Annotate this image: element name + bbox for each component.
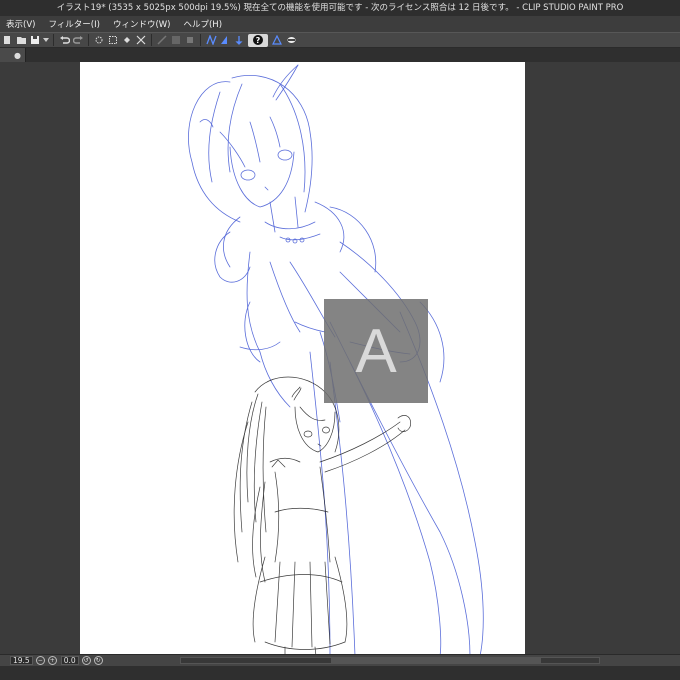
open-file-icon[interactable]: [14, 34, 28, 47]
tab-close-icon[interactable]: ●: [14, 51, 21, 60]
toolbar-divider: [88, 34, 89, 46]
rotation-field[interactable]: 0.0: [60, 656, 79, 665]
sketch-artwork: [188, 64, 484, 656]
rotation-value: 0.0: [63, 656, 76, 665]
drawing-canvas[interactable]: [80, 62, 525, 656]
toolbar-divider: [151, 34, 152, 46]
menubar: 表示(V) フィルター(I) ウィンドウ(W) ヘルプ(H): [0, 16, 680, 32]
window-title: イラスト19* (3535 x 5025px 500dpi 19.5%) 現在全…: [0, 0, 680, 16]
snap-special-icon[interactable]: [183, 34, 197, 47]
zoom-field[interactable]: 19.5: [10, 656, 33, 665]
undo-icon[interactable]: [57, 34, 71, 47]
brush-tool-icon[interactable]: [232, 34, 246, 47]
overlay-letter: A: [355, 316, 397, 386]
fill-icon[interactable]: [120, 34, 134, 47]
horizontal-scrollbar[interactable]: [180, 657, 600, 664]
transform-icon[interactable]: [92, 34, 106, 47]
help-icon: ?: [253, 35, 263, 45]
bottom-panel-strip: [0, 666, 680, 680]
snap-grid-icon[interactable]: [169, 34, 183, 47]
eraser-icon[interactable]: [284, 34, 298, 47]
ruler-tool-icon[interactable]: [218, 34, 232, 47]
select-all-icon[interactable]: [106, 34, 120, 47]
menu-window[interactable]: ウィンドウ(W): [113, 18, 171, 30]
menu-view[interactable]: 表示(V): [6, 18, 35, 30]
pen-pressure-icon[interactable]: [204, 34, 218, 47]
toolbar-divider: [200, 34, 201, 46]
menu-filter[interactable]: フィルター(I): [48, 18, 99, 30]
command-bar: ?: [0, 32, 680, 48]
save-icon[interactable]: [28, 34, 42, 47]
triangle-ruler-icon[interactable]: [270, 34, 284, 47]
crop-icon[interactable]: [134, 34, 148, 47]
rotate-right-icon[interactable]: ↻: [93, 656, 103, 665]
menu-help[interactable]: ヘルプ(H): [183, 18, 222, 30]
document-tab[interactable]: ●: [0, 48, 26, 62]
redo-icon[interactable]: [71, 34, 85, 47]
canvas-statusbar: 19.5 − + 0.0 ↺ ↻: [0, 654, 680, 666]
zoom-out-icon[interactable]: −: [35, 656, 45, 665]
chevron-down-icon[interactable]: [42, 34, 50, 47]
toolbar-divider: [53, 34, 54, 46]
new-file-icon[interactable]: [0, 34, 14, 47]
zoom-value: 19.5: [13, 656, 30, 665]
zoom-in-icon[interactable]: +: [47, 656, 57, 665]
rotate-left-icon[interactable]: ↺: [81, 656, 91, 665]
help-button[interactable]: ?: [248, 33, 268, 47]
snap-ruler-icon[interactable]: [155, 34, 169, 47]
keyboard-overlay-badge: A: [324, 299, 428, 403]
document-tab-strip: ●: [0, 48, 680, 62]
